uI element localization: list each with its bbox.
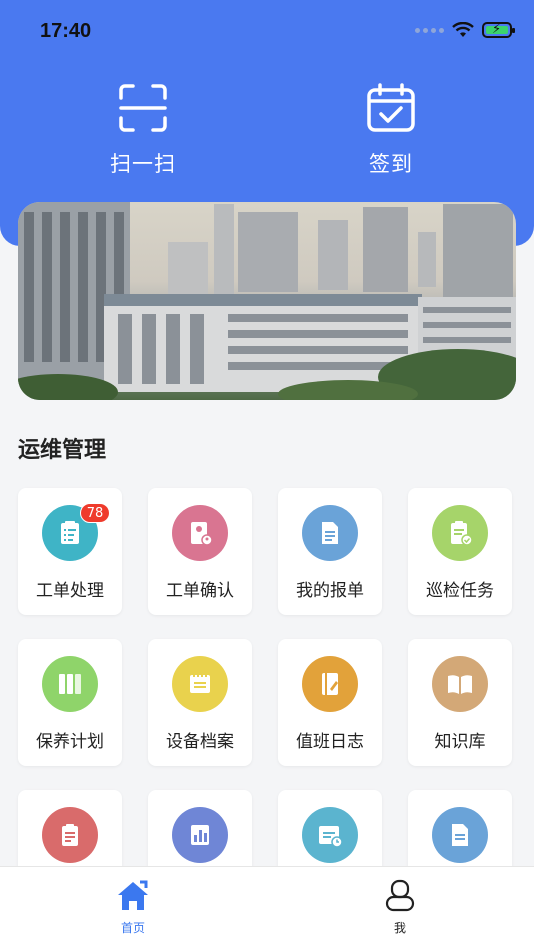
knowledge-base-label: 知识库 <box>434 732 486 752</box>
hospital-building-photo <box>18 202 516 400</box>
knowledge-base-card[interactable]: 知识库 <box>408 639 512 766</box>
calendar-check-icon <box>367 83 415 132</box>
tab-me[interactable]: 我 <box>370 879 430 936</box>
checkin-label: 签到 <box>369 152 413 176</box>
maintenance-plan-label: 保养计划 <box>36 732 104 752</box>
user-icon <box>385 879 415 912</box>
tab-home-label: 首页 <box>120 921 145 935</box>
device-archive-icon <box>172 656 228 712</box>
clipboard-icon <box>42 807 98 863</box>
work-order-badge: 78 <box>80 503 110 523</box>
maintenance-plan-card[interactable]: 保养计划 <box>18 639 122 766</box>
banner-image[interactable] <box>18 202 516 400</box>
document-icon <box>432 807 488 863</box>
duty-log-icon <box>302 656 358 712</box>
my-report-icon <box>302 505 358 561</box>
duty-log-card[interactable]: 值班日志 <box>278 639 382 766</box>
section-title: 运维管理 <box>18 438 107 463</box>
checkin-button[interactable]: 签到 <box>326 82 456 178</box>
work-order-label: 工单处理 <box>36 581 104 601</box>
confirm-doc-icon <box>172 505 228 561</box>
knowledge-book-icon <box>432 656 488 712</box>
tab-me-label: 我 <box>393 921 406 935</box>
schedule-icon <box>302 807 358 863</box>
inspection-card[interactable]: 巡检任务 <box>408 488 512 615</box>
status-time: 17:40 <box>40 20 92 42</box>
my-report-card[interactable]: 我的报单 <box>278 488 382 615</box>
duty-log-label: 值班日志 <box>296 732 364 752</box>
scan-button[interactable]: 扫一扫 <box>78 82 208 178</box>
signal-icon <box>415 27 444 33</box>
tab-bar: 首页 我 <box>0 866 534 951</box>
battery-icon: ⚡ <box>482 22 515 38</box>
device-archive-label: 设备档案 <box>166 732 234 752</box>
wifi-icon <box>452 22 474 37</box>
maintenance-plan-icon <box>42 656 98 712</box>
scan-label: 扫一扫 <box>110 152 176 176</box>
work-order-card[interactable]: 78 工单处理 <box>18 488 122 615</box>
status-icons: ⚡ <box>415 22 515 38</box>
home-icon <box>118 880 148 910</box>
inspection-label: 巡检任务 <box>426 581 494 601</box>
device-archive-card[interactable]: 设备档案 <box>148 639 252 766</box>
work-order-confirm-card[interactable]: 工单确认 <box>148 488 252 615</box>
inspection-icon <box>432 505 488 561</box>
my-report-label: 我的报单 <box>296 581 364 601</box>
work-order-confirm-label: 工单确认 <box>166 581 234 601</box>
scan-icon <box>119 84 167 132</box>
bar-chart-icon <box>172 807 228 863</box>
tab-home[interactable]: 首页 <box>103 879 163 936</box>
